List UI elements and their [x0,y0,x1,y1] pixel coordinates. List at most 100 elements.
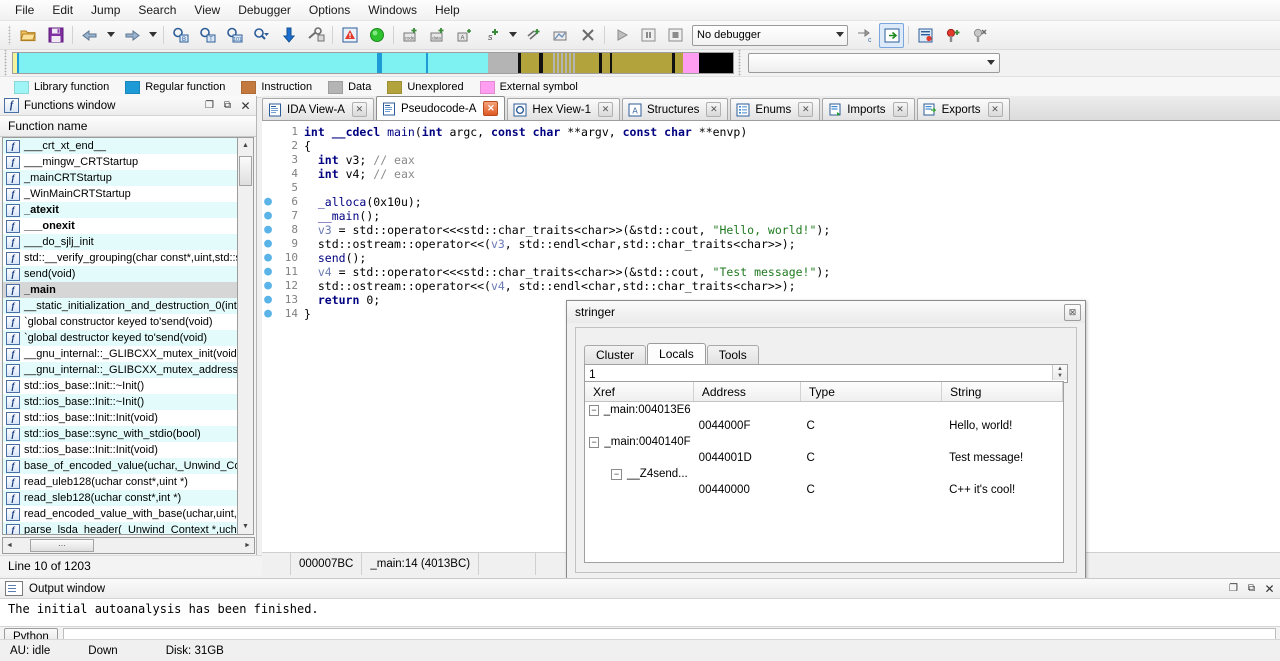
navband-grip[interactable] [0,50,12,76]
grid-row[interactable]: − __Z4send... [585,466,1063,482]
scroll-right-icon[interactable]: ► [241,538,254,553]
search-text-icon[interactable]: T [195,23,220,48]
add-breakpoint-icon[interactable] [940,23,965,48]
code-line[interactable]: ● 4 int v4; // eax [262,167,1280,181]
breakpoint-marker-icon[interactable]: ● [262,307,274,321]
tree-collapse-icon[interactable]: − [589,436,600,448]
function-list-item[interactable]: f `global destructor keyed to'send(void) [3,330,239,346]
navband-grip2[interactable] [734,50,742,76]
stringer-grid-body[interactable]: − _main:004013E6 0044000F C Hello, world! − _m… [585,402,1063,498]
tab-structures[interactable]: A Structures ✕ [622,98,729,120]
tab-ida-view-a[interactable]: IDA View-A ✕ [262,98,374,120]
breakpoint-marker-icon[interactable]: ● [262,223,274,237]
edit-function-icon[interactable] [548,23,573,48]
tab-close-icon[interactable]: ✕ [351,102,367,117]
function-list-item[interactable]: f base_of_encoded_value(uchar,_Unwind_Con… [3,458,239,474]
menu-item-search[interactable]: Search [129,1,185,19]
code-line[interactable]: ● 12 std::ostream::operator<<(v4, std::en… [262,279,1280,294]
function-list-item[interactable]: f std::__verify_grouping(char const*,uint… [3,250,239,266]
scroll-thumb[interactable] [239,156,252,186]
code-line[interactable]: ● 8 v3 = std::operator<<<std::char_traits… [262,223,1280,238]
menu-item-jump[interactable]: Jump [82,1,129,19]
code-line[interactable]: ● 1 int __cdecl main(int argc, const char … [262,125,1280,139]
tab-pseudocode-a[interactable]: Pseudocode-A ✕ [375,96,506,120]
restore-icon[interactable]: ⧉ [1244,582,1259,596]
menu-item-edit[interactable]: Edit [43,1,82,19]
tab-hex-view-1[interactable]: Hex View-1 ✕ [507,98,620,120]
grid-column-header-type[interactable]: Type [801,382,943,401]
stringer-dialog-header[interactable]: stringer ⊠ [567,301,1085,323]
maximize-icon[interactable]: ❐ [1226,582,1241,596]
breakpoint-marker-icon[interactable]: ● [262,279,274,293]
code-line[interactable]: ● 6 _alloca(0x10u); [262,195,1280,210]
jump-down-icon[interactable] [276,23,301,48]
function-list-item[interactable]: f __static_initialization_and_destruction… [3,298,239,314]
function-list-item[interactable]: f parse_lsda_header(_Unwind_Context *,uch… [3,522,239,534]
make-struct-icon[interactable] [506,23,519,48]
undefine-icon[interactable] [521,23,546,48]
stop-debugger-icon[interactable] [663,23,688,48]
breakpoint-marker-icon[interactable]: ● [262,265,274,279]
function-list-item[interactable]: f _atexit [3,202,239,218]
forward-arrow-icon[interactable] [119,23,144,48]
code-line[interactable]: ● 11 v4 = std::operator<<<std::char_trait… [262,265,1280,280]
make-code-icon[interactable]: code [398,23,423,48]
menu-item-windows[interactable]: Windows [359,1,426,19]
tree-collapse-icon[interactable]: − [611,468,622,480]
breakpoint-marker-icon[interactable]: ● [262,209,274,223]
search-sequence-icon[interactable]: 101 [222,23,247,48]
output-text[interactable]: The initial autoanalysis has been finish… [0,599,1280,627]
tree-collapse-icon[interactable]: − [589,404,599,416]
breakpoint-marker-icon[interactable]: ● [262,167,274,181]
breakpoint-list-icon[interactable] [913,23,938,48]
function-list-item[interactable]: f `global constructor keyed to'send(void) [3,314,239,330]
breakpoint-marker-icon[interactable]: ● [262,125,274,139]
stringer-dialog[interactable]: stringer ⊠ Cluster Locals Tools 1 ▲ ▼ Xref… [566,300,1086,580]
jump-to-address-icon[interactable] [303,23,328,48]
tab-close-icon[interactable]: ✕ [987,102,1003,117]
make-string-icon[interactable]: s [479,23,504,48]
function-list-item[interactable]: f __gnu_internal::_GLIBCXX_mutex_address_… [3,362,239,378]
grid-row[interactable]: 0044001D C Test message! [585,450,1063,466]
back-dropdown-icon[interactable] [104,23,117,48]
function-list-item[interactable]: f ___crt_xt_end__ [3,138,239,154]
make-data-icon[interactable]: data [425,23,450,48]
hscroll-thumb[interactable]: ⋯ [30,539,94,552]
grid-column-header-xref[interactable]: Xref [585,382,694,401]
scroll-up-icon[interactable]: ▲ [238,138,253,153]
menu-item-options[interactable]: Options [300,1,359,19]
breakpoint-marker-icon[interactable]: ● [262,153,274,167]
breakpoint-marker-icon[interactable]: ● [262,195,274,209]
grid-row[interactable]: 0044000F C Hello, world! [585,418,1063,434]
restore-icon[interactable]: ⧉ [220,99,235,113]
grid-row[interactable]: 00440000 C C++ it's cool! [585,482,1063,498]
menu-item-file[interactable]: File [6,1,43,19]
function-list-item[interactable]: f _WinMainCRTStartup [3,186,239,202]
save-icon[interactable] [43,23,68,48]
stringer-results-grid[interactable]: Xref Address Type String − _main:004013E6 004… [584,381,1064,563]
close-icon[interactable]: ✕ [238,99,253,113]
grid-row[interactable]: − _main:004013E6 [585,402,1063,418]
tab-imports[interactable]: Imports ✕ [822,98,915,120]
code-line[interactable]: ●5 [262,181,1280,195]
stringer-tab-tools[interactable]: Tools [706,345,759,364]
back-arrow-icon[interactable] [77,23,102,48]
function-list-item[interactable]: f std::ios_base::Init::~Init() [3,378,239,394]
code-line[interactable]: ● 10 send(); [262,251,1280,266]
function-list-item[interactable]: f ___mingw_CRTStartup [3,154,239,170]
toolbar-grip[interactable] [7,25,12,45]
code-line[interactable]: ● 9 std::ostream::operator<<(v3, std::end… [262,237,1280,252]
function-list-item[interactable]: f std::ios_base::sync_with_stdio(bool) [3,426,239,442]
function-list-item[interactable]: f read_encoded_value_with_base(uchar,uint… [3,506,239,522]
run-debugger-icon[interactable] [609,23,634,48]
delete-icon[interactable] [575,23,600,48]
tab-close-icon[interactable]: ✕ [598,102,613,117]
search-binary-icon[interactable]: B [168,23,193,48]
function-list-item[interactable]: f std::ios_base::Init::Init(void) [3,410,239,426]
function-list-item[interactable]: f std::ios_base::Init::~Init() [3,394,239,410]
green-play-icon[interactable] [364,23,389,48]
pause-debugger-icon[interactable] [636,23,661,48]
scroll-down-icon[interactable]: ▼ [238,519,253,534]
code-line[interactable]: ● 2 { [262,139,1280,153]
tab-close-icon[interactable]: ✕ [892,102,908,117]
